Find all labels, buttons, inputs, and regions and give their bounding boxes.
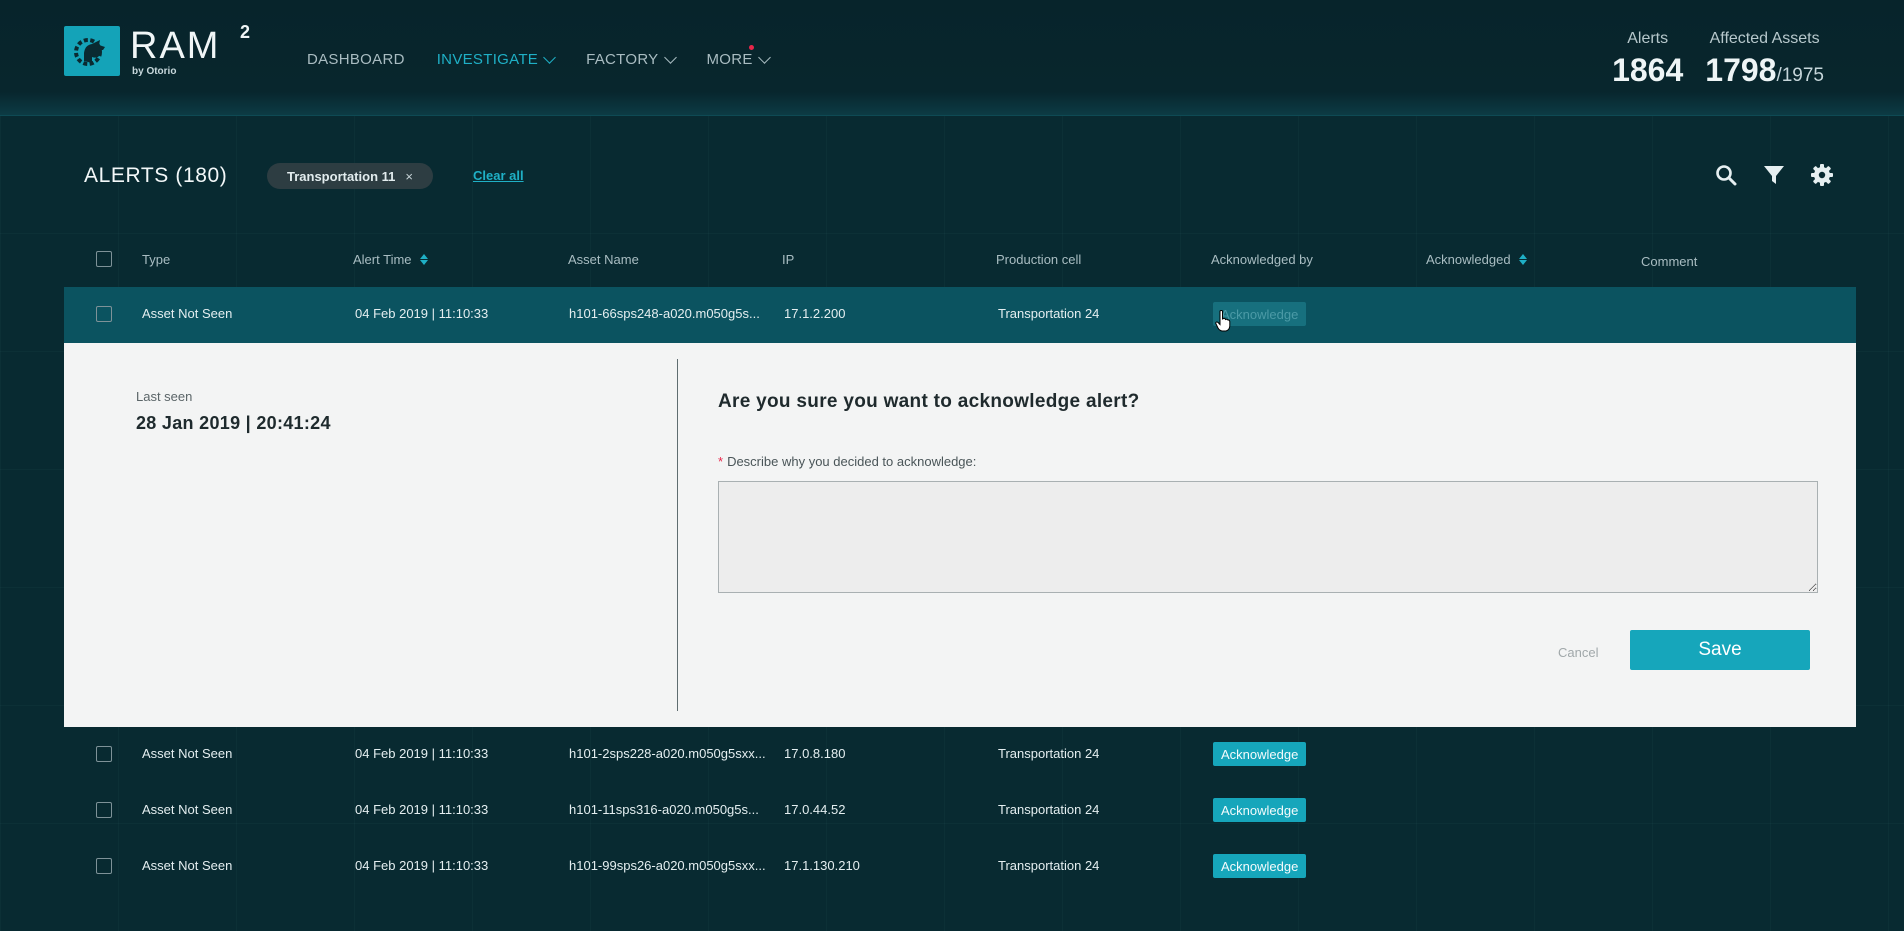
table-row[interactable]: Asset Not Seen 04 Feb 2019 | 11:10:33 h1… [64, 783, 1856, 839]
cell-asset-name: h101-2sps228-a020.m050g5sxx... [569, 746, 766, 761]
column-alert-time[interactable]: Alert Time [353, 252, 428, 267]
affected-assets-value: 1798 [1705, 52, 1777, 88]
column-comment[interactable]: Comment [1641, 254, 1697, 269]
sort-icon[interactable] [1518, 254, 1527, 265]
logo[interactable]: RAM 2 by Otorio [64, 22, 250, 77]
row-checkbox[interactable] [96, 802, 112, 818]
filter-chip-label: Transportation 11 [287, 168, 396, 184]
filter-icon[interactable] [1762, 163, 1786, 187]
cell-production-cell: Transportation 24 [998, 802, 1100, 817]
cell-type: Asset Not Seen [142, 802, 233, 817]
acknowledge-reason-input[interactable] [718, 481, 1818, 593]
clear-all-link[interactable]: Clear all [473, 168, 524, 183]
logo-name: RAM [130, 25, 221, 67]
notification-dot-icon [748, 45, 754, 50]
sort-icon[interactable] [419, 254, 428, 265]
table-row[interactable]: Asset Not Seen 04 Feb 2019 | 11:10:33 h1… [64, 287, 1856, 343]
acknowledge-button[interactable]: Acknowledge [1213, 854, 1307, 878]
cell-type: Asset Not Seen [142, 858, 233, 873]
required-mark: * [718, 454, 724, 469]
logo-superscript: 2 [240, 22, 251, 42]
panel-divider [677, 359, 678, 711]
nav-dashboard-label: DASHBOARD [307, 51, 405, 68]
chevron-down-icon [543, 50, 556, 64]
column-type[interactable]: Type [142, 252, 170, 267]
cell-alert-time: 04 Feb 2019 | 11:10:33 [355, 306, 489, 321]
column-production-cell-label: Production cell [996, 252, 1082, 267]
nav-investigate-label: INVESTIGATE [436, 51, 539, 68]
cell-production-cell: Transportation 24 [998, 858, 1100, 873]
column-ip[interactable]: IP [782, 252, 794, 267]
column-type-label: Type [142, 252, 171, 267]
logo-byline: by Otorio [132, 66, 177, 77]
column-ip-label: IP [782, 252, 795, 267]
describe-label-text: Describe why you decided to acknowledge: [727, 454, 977, 469]
cell-alert-time: 04 Feb 2019 | 11:10:33 [355, 858, 489, 873]
save-button[interactable]: Save [1630, 630, 1810, 670]
toolbar [1714, 163, 1834, 187]
nav-factory[interactable]: FACTORY [586, 50, 677, 68]
table-row[interactable]: Asset Not Seen 04 Feb 2019 | 11:10:33 h1… [64, 839, 1856, 895]
nav-dashboard[interactable]: DASHBOARD [307, 51, 405, 68]
cell-type: Asset Not Seen [142, 746, 233, 761]
logo-mark-icon [64, 26, 120, 76]
affected-assets-total: /1975 [1776, 65, 1824, 86]
row-checkbox[interactable] [96, 858, 112, 874]
nav-factory-label: FACTORY [586, 51, 659, 68]
main-nav: DASHBOARD INVESTIGATE FACTORY MORE [307, 45, 771, 68]
row-checkbox[interactable] [96, 306, 112, 322]
column-acknowledged-by-label: Acknowledged by [1211, 252, 1313, 267]
cell-alert-time: 04 Feb 2019 | 11:10:33 [355, 746, 489, 761]
last-seen-label: Last seen [136, 389, 193, 404]
nav-more[interactable]: MORE [706, 45, 771, 68]
describe-label: * Describe why you decided to acknowledge… [718, 454, 976, 469]
page-title: ALERTS (180) [84, 164, 228, 187]
column-comment-label: Comment [1641, 254, 1698, 269]
cell-asset-name: h101-11sps316-a020.m050g5s... [569, 802, 759, 817]
acknowledge-button[interactable]: Acknowledge [1213, 742, 1307, 766]
cell-asset-name: h101-66sps248-a020.m050g5s... [569, 306, 760, 321]
column-acknowledged[interactable]: Acknowledged [1426, 252, 1527, 267]
cell-ip: 17.1.2.200 [784, 306, 846, 321]
table-header: Type Alert Time Asset Name IP Production… [64, 248, 1856, 272]
cell-ip: 17.1.130.210 [784, 858, 860, 873]
alerts-stat[interactable]: Alerts 1864 [1612, 30, 1683, 89]
select-all-checkbox[interactable] [96, 251, 112, 267]
alerts-stat-value: 1864 [1612, 52, 1684, 88]
affected-assets-stat[interactable]: Affected Assets 1798/1975 [1705, 30, 1824, 89]
cell-production-cell: Transportation 24 [998, 746, 1100, 761]
nav-investigate[interactable]: INVESTIGATE [436, 50, 556, 68]
search-icon[interactable] [1714, 163, 1738, 187]
column-asset-name-label: Asset Name [568, 252, 639, 267]
alerts-stat-label: Alerts [1627, 30, 1669, 47]
column-production-cell[interactable]: Production cell [996, 252, 1081, 267]
filter-chip[interactable]: Transportation 11 × [267, 163, 433, 189]
top-bar: RAM 2 by Otorio DASHBOARD INVESTIGATE FA… [0, 0, 1904, 116]
hand-cursor-icon [1215, 310, 1231, 337]
row-checkbox[interactable] [96, 746, 112, 762]
acknowledge-question: Are you sure you want to acknowledge ale… [718, 391, 1140, 412]
cell-production-cell: Transportation 24 [998, 306, 1100, 321]
cancel-button[interactable]: Cancel [1558, 645, 1598, 660]
chevron-down-icon [757, 50, 771, 64]
column-acknowledged-by[interactable]: Acknowledged by [1211, 252, 1313, 267]
nav-more-label: MORE [706, 51, 753, 68]
acknowledge-button[interactable]: Acknowledge [1213, 798, 1307, 822]
close-icon[interactable]: × [405, 169, 413, 184]
cell-ip: 17.0.44.52 [784, 802, 846, 817]
cell-asset-name: h101-99sps26-a020.m050g5sxx... [569, 858, 766, 873]
table-row[interactable]: Asset Not Seen 04 Feb 2019 | 11:10:33 h1… [64, 727, 1856, 783]
affected-assets-label: Affected Assets [1709, 30, 1820, 47]
cell-type: Asset Not Seen [142, 306, 233, 321]
chevron-down-icon [663, 50, 677, 64]
column-alert-time-label: Alert Time [353, 252, 412, 267]
cell-ip: 17.0.8.180 [784, 746, 846, 761]
cell-alert-time: 04 Feb 2019 | 11:10:33 [355, 802, 489, 817]
last-seen-value: 28 Jan 2019 | 20:41:24 [136, 413, 331, 433]
header-stats: Alerts 1864 Affected Assets 1798/1975 [1612, 30, 1824, 89]
acknowledge-panel: Last seen 28 Jan 2019 | 20:41:24 Are you… [64, 343, 1856, 727]
gear-icon[interactable] [1810, 163, 1834, 187]
column-acknowledged-label: Acknowledged [1426, 252, 1511, 267]
column-asset-name[interactable]: Asset Name [568, 252, 639, 267]
